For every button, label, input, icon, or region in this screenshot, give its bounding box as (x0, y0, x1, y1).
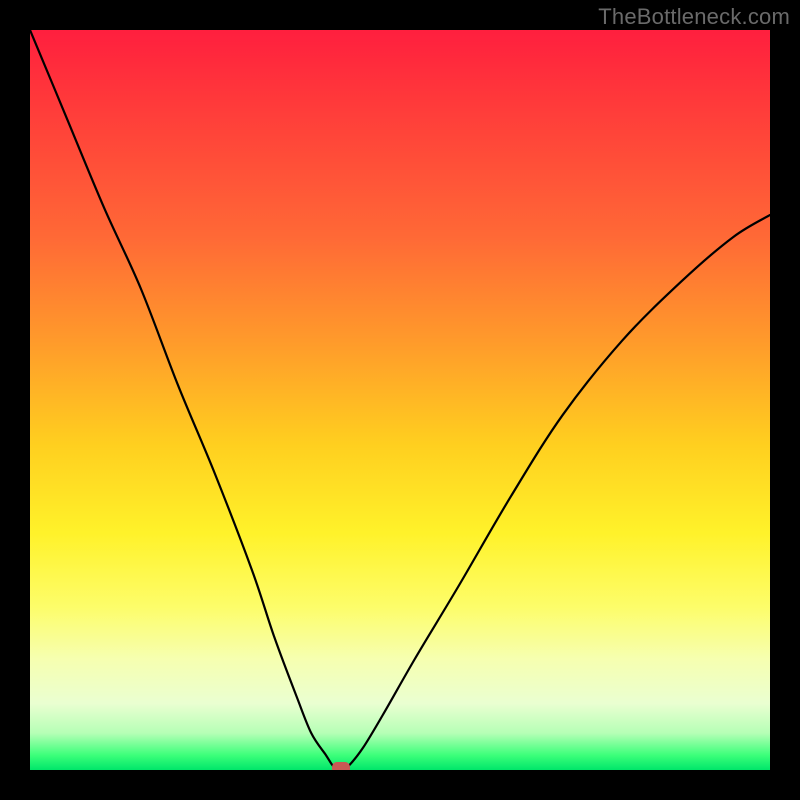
chart-frame: TheBottleneck.com (0, 0, 800, 800)
bottleneck-curve (30, 30, 770, 770)
min-point-marker (332, 762, 350, 770)
watermark-text: TheBottleneck.com (598, 4, 790, 30)
plot-area (30, 30, 770, 770)
